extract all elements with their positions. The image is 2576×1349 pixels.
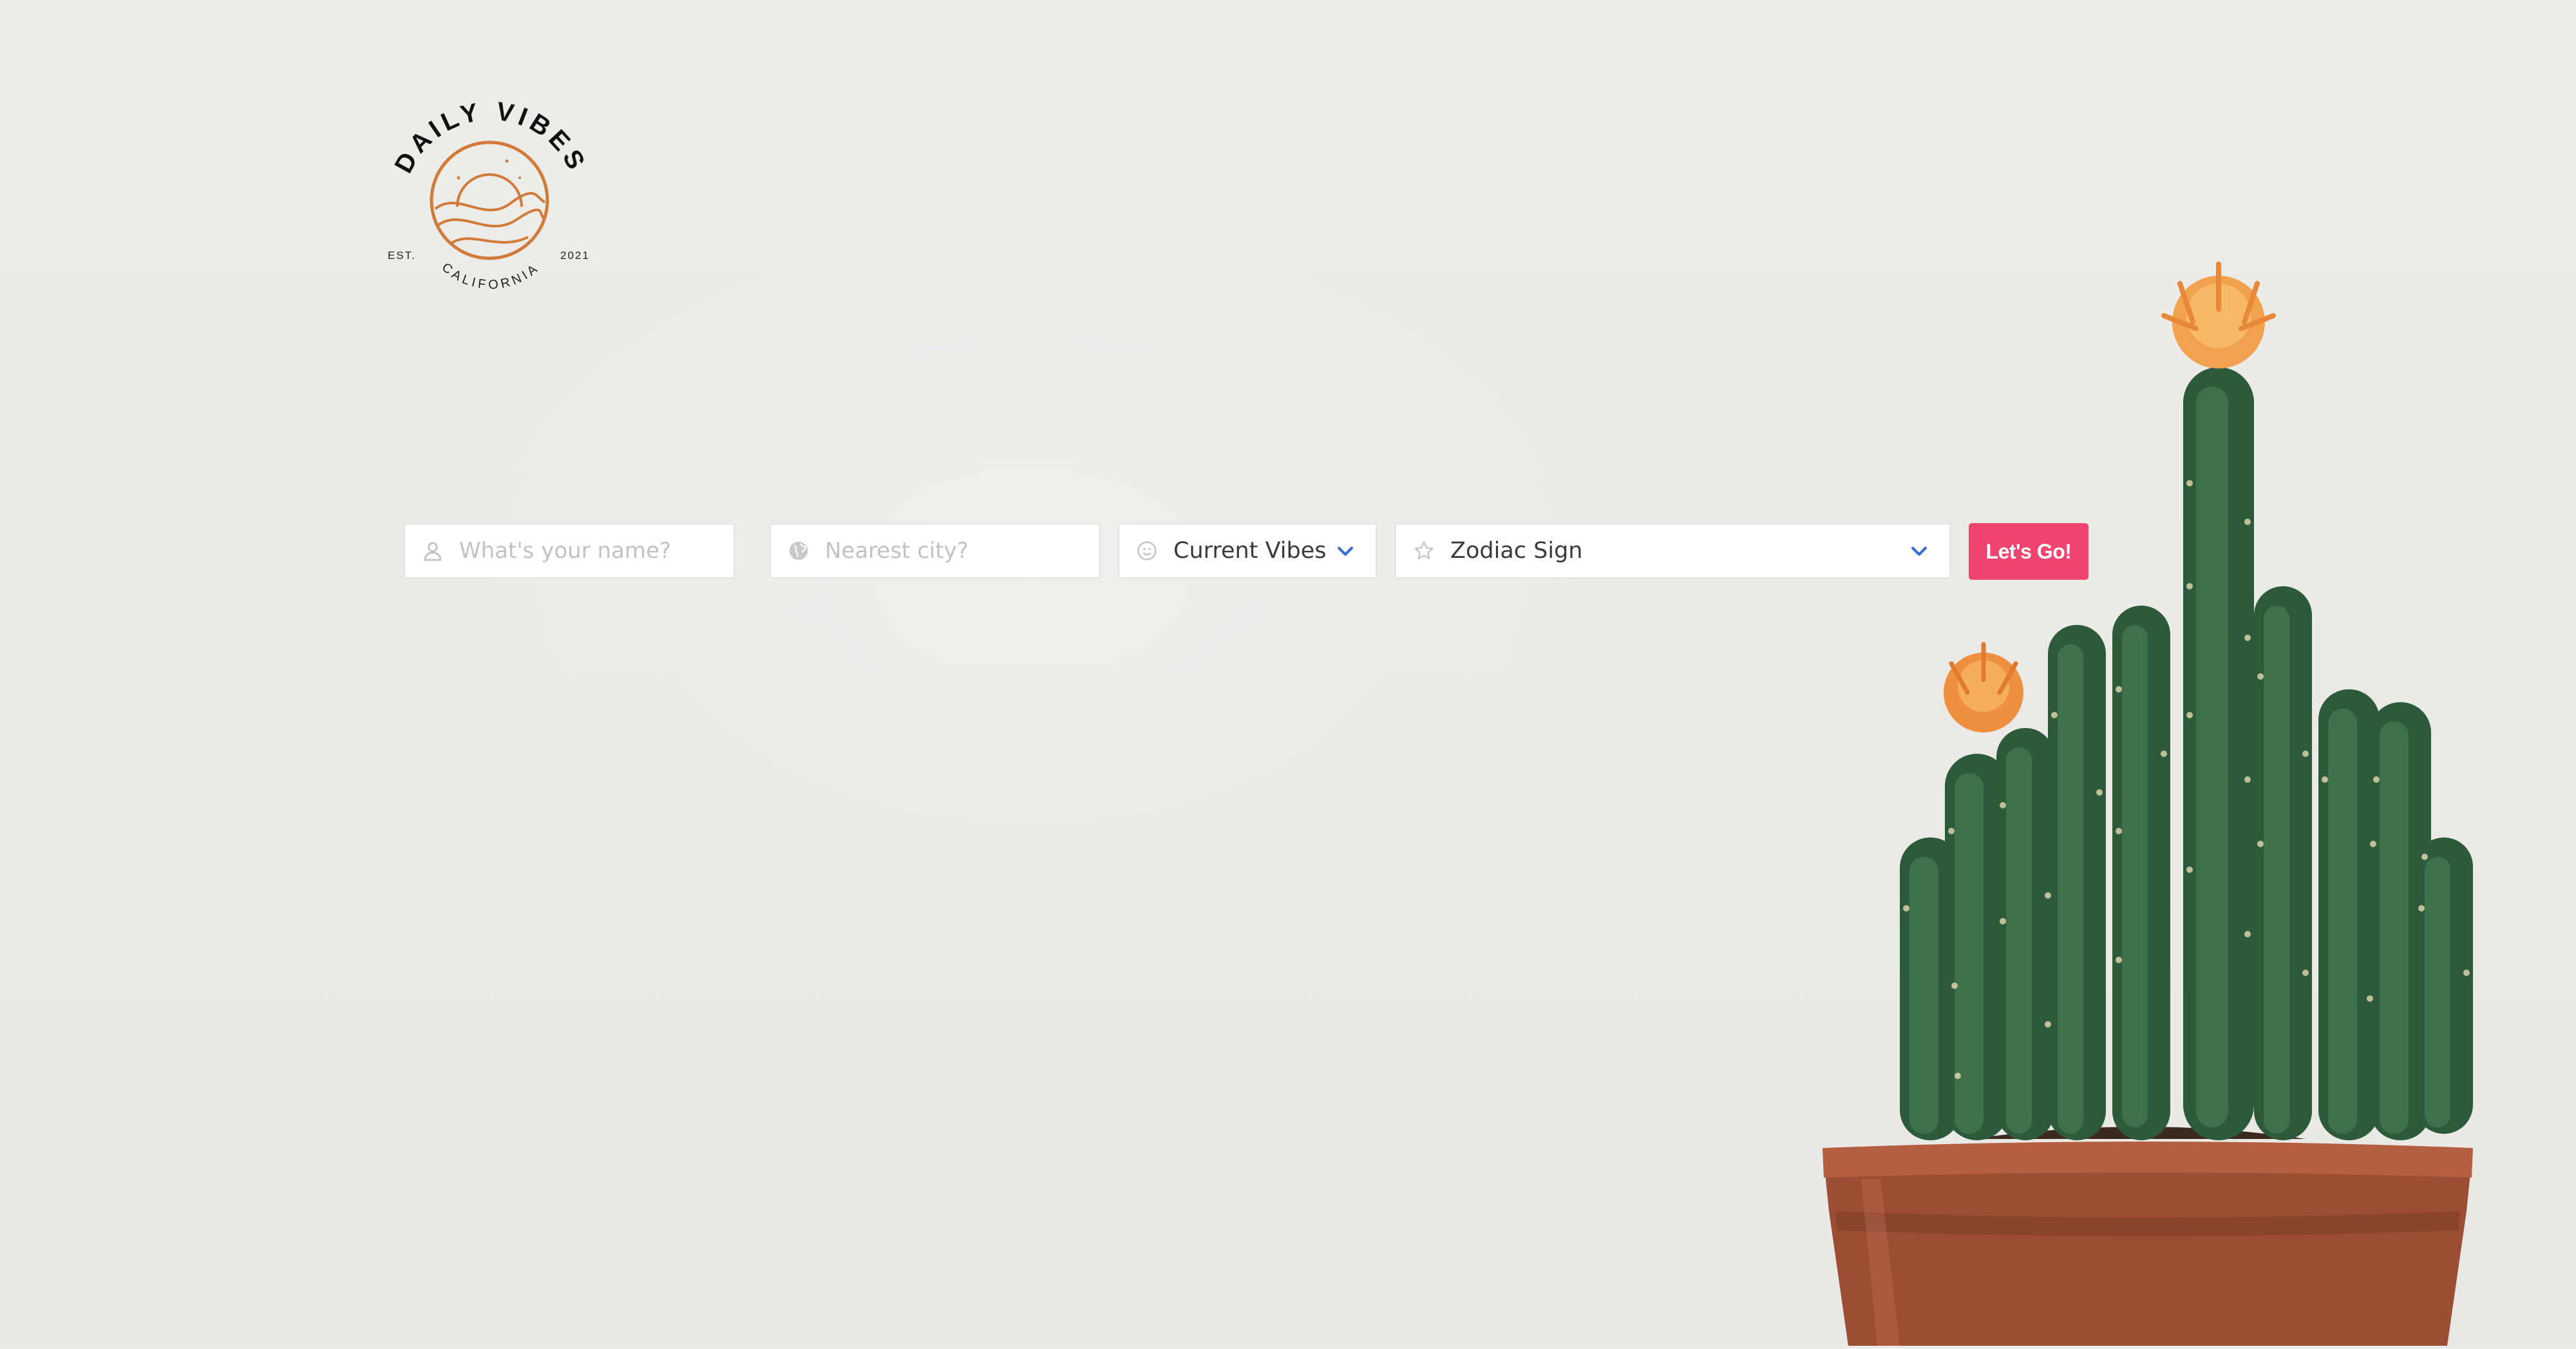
chevron-down-icon[interactable]: [1334, 540, 1356, 562]
logo-est: EST.: [388, 249, 416, 262]
smiley-icon: [1136, 540, 1158, 562]
star-icon: [1413, 540, 1435, 562]
city-field[interactable]: [770, 523, 1101, 579]
daily-vibes-logo[interactable]: DAILY VIBES EST. 2021 CALIFORNIA: [381, 94, 600, 294]
logo-emblem: DAILY VIBES EST. 2021 CALIFORNIA: [388, 97, 592, 292]
current-vibes-value: Current Vibes: [1173, 538, 1327, 564]
name-field[interactable]: [404, 523, 735, 579]
logo-location: CALIFORNIA: [439, 260, 543, 292]
current-vibes-select[interactable]: Current Vibes: [1118, 523, 1377, 579]
logo-title: DAILY VIBES: [389, 97, 592, 178]
cactus-in-pot-image: [1803, 225, 2512, 1346]
globe-icon: [788, 540, 810, 562]
name-input[interactable]: [459, 524, 734, 577]
city-input[interactable]: [825, 524, 1099, 577]
user-icon: [422, 540, 444, 562]
logo-year: 2021: [560, 249, 590, 262]
